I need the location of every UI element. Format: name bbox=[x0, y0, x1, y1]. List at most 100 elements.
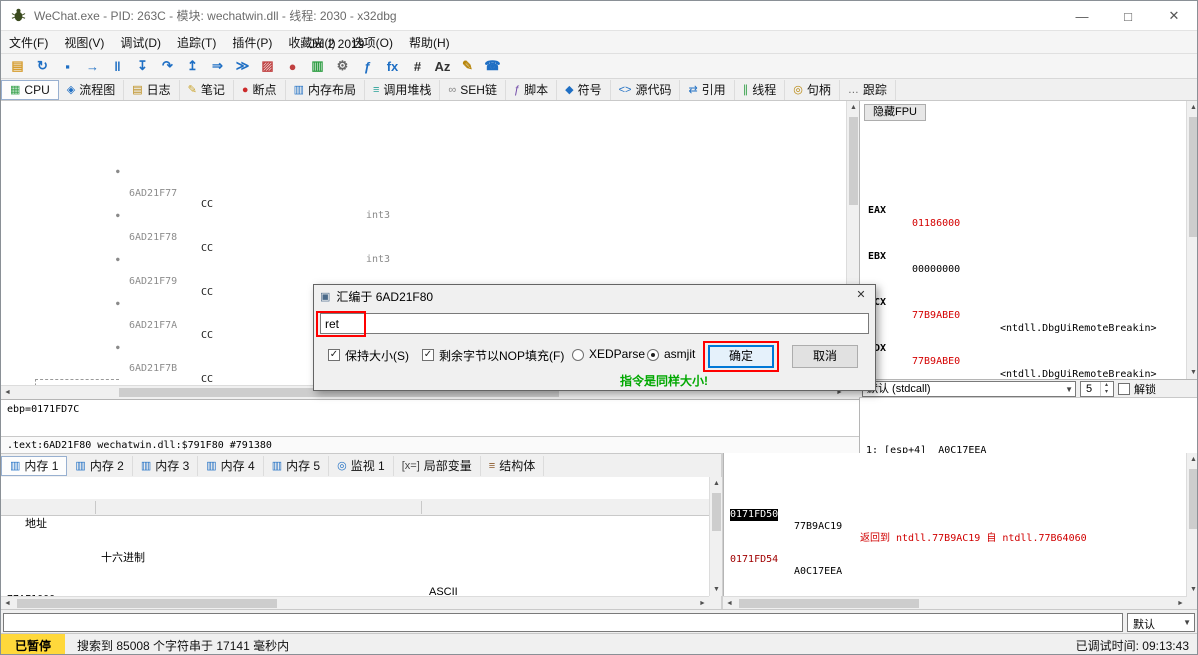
menu-view[interactable]: 视图(V) bbox=[56, 31, 112, 54]
xedparse-label[interactable]: XEDParse bbox=[589, 347, 645, 361]
xedparse-radio[interactable] bbox=[572, 349, 584, 361]
menu-debug[interactable]: 调试(D) bbox=[112, 31, 169, 54]
maximize-button[interactable]: □ bbox=[1105, 1, 1151, 31]
calling-convention-select[interactable]: 默认 (stdcall)▼ bbox=[862, 381, 1076, 397]
minimize-button[interactable]: — bbox=[1059, 1, 1105, 31]
breakpoint-gutter-dot[interactable]: ● bbox=[116, 299, 120, 310]
registers-vscrollbar[interactable]: ▲ ▼ bbox=[1186, 101, 1198, 379]
scroll-down-icon[interactable]: ▼ bbox=[710, 583, 723, 596]
fill-nop-checkbox[interactable]: ✓ bbox=[422, 349, 434, 361]
register-value[interactable]: 01186000 bbox=[912, 217, 960, 230]
keep-size-label[interactable]: 保持大小(S) bbox=[345, 347, 409, 364]
step-into-icon[interactable]: ↧ bbox=[130, 55, 155, 77]
dump-hscrollbar[interactable]: ◄ ► bbox=[1, 596, 709, 609]
scroll-right-icon[interactable]: ► bbox=[1174, 597, 1187, 610]
stack-pane[interactable]: 0171FD50 77B9AC19 返回到 ntdll.77B9AC19 自 n… bbox=[723, 453, 1187, 596]
script-icon[interactable]: ƒ bbox=[355, 55, 380, 77]
dump-row[interactable]: 77AF1000 16 00 18 48 C0 8B AF 77 14 00 1… bbox=[1, 582, 709, 594]
breakpoint-gutter-dot[interactable]: ● bbox=[116, 343, 120, 354]
dump-vscrollbar[interactable]: ▲ ▼ bbox=[709, 477, 722, 596]
stack-row[interactable]: 0171FD58 77B9ABE0 ntdll.77B9ABE0 bbox=[724, 587, 1187, 596]
close-button[interactable]: ✕ bbox=[1151, 1, 1197, 31]
tab-trace[interactable]: …跟踪 bbox=[840, 80, 896, 100]
tab-references[interactable]: ⇄引用 bbox=[680, 80, 734, 100]
tab-breakpoints[interactable]: ●断点 bbox=[234, 80, 286, 100]
menu-file[interactable]: 文件(F) bbox=[1, 31, 56, 54]
breakpoint-gutter-dot[interactable]: ● bbox=[116, 167, 120, 178]
tab-notes[interactable]: ✎笔记 bbox=[180, 80, 234, 100]
tab-cpu[interactable]: ▦CPU bbox=[1, 80, 59, 100]
breakpoint-gutter-dot[interactable]: ● bbox=[116, 211, 120, 222]
spinner-arrows-icon[interactable]: ▴▾ bbox=[1100, 382, 1112, 396]
tab-graph[interactable]: ◈流程图 bbox=[59, 80, 124, 100]
scroll-up-icon[interactable]: ▲ bbox=[1187, 453, 1198, 466]
tab-dump-1[interactable]: ▥内存 1 bbox=[1, 456, 67, 476]
tab-handles[interactable]: ◎句柄 bbox=[785, 80, 840, 100]
run-icon[interactable]: → bbox=[80, 55, 105, 77]
scroll-left-icon[interactable]: ◄ bbox=[1, 386, 14, 399]
fill-nop-label[interactable]: 剩余字节以NOP填充(F) bbox=[439, 347, 564, 364]
menu-trace[interactable]: 追踪(T) bbox=[169, 31, 224, 54]
cancel-button[interactable]: 取消 bbox=[792, 345, 858, 368]
register-row[interactable]: EBX 00000000 bbox=[860, 237, 1198, 250]
args-count-spinner[interactable]: 5▴▾ bbox=[1080, 381, 1114, 397]
tab-dump-2[interactable]: ▥内存 2 bbox=[67, 456, 132, 476]
dialog-title-bar[interactable]: ▣ 汇编于 6AD21F80 ✕ bbox=[314, 285, 875, 307]
tab-symbols[interactable]: ◆符号 bbox=[557, 80, 610, 100]
disasm-row[interactable]: ● 6AD21F79 CC int3 bbox=[1, 255, 846, 266]
register-value[interactable]: 77B9ABE0 bbox=[912, 355, 960, 368]
asmjit-label[interactable]: asmjit bbox=[664, 347, 695, 361]
tab-call-stack[interactable]: ≡调用堆栈 bbox=[365, 80, 440, 100]
run-to-user-code-icon[interactable]: ⇒ bbox=[205, 55, 230, 77]
tab-log[interactable]: ▤日志 bbox=[124, 80, 179, 100]
tab-dump-3[interactable]: ▥内存 3 bbox=[133, 456, 198, 476]
scroll-left-icon[interactable]: ◄ bbox=[1, 597, 14, 610]
register-value[interactable]: 00000000 bbox=[912, 263, 960, 276]
scroll-down-icon[interactable]: ▼ bbox=[1187, 366, 1198, 379]
step-over-icon[interactable]: ↷ bbox=[155, 55, 180, 77]
register-row[interactable]: EAX 01186000 bbox=[860, 191, 1198, 204]
disasm-row[interactable]: ● 6AD21F77 CC int3 bbox=[1, 167, 846, 178]
scroll-left-icon[interactable]: ◄ bbox=[723, 597, 736, 610]
disasm-row[interactable]: ● 6AD21F78 CC int3 bbox=[1, 211, 846, 222]
breakpoints-icon[interactable]: ● bbox=[280, 55, 305, 77]
tab-threads[interactable]: ∥线程 bbox=[735, 80, 786, 100]
scroll-right-icon[interactable]: ► bbox=[696, 597, 709, 610]
hash-icon[interactable]: # bbox=[405, 55, 430, 77]
breakpoint-gutter-dot[interactable]: ● bbox=[116, 255, 120, 266]
tab-script[interactable]: ƒ脚本 bbox=[506, 80, 557, 100]
notes-icon[interactable]: ✎ bbox=[455, 55, 480, 77]
tab-struct[interactable]: ≡结构体 bbox=[481, 456, 544, 476]
stack-vscrollbar[interactable]: ▲ ▼ bbox=[1186, 453, 1198, 596]
stop-icon[interactable]: ▪ bbox=[55, 55, 80, 77]
scroll-up-icon[interactable]: ▲ bbox=[1187, 101, 1198, 114]
register-value[interactable]: 77B9ABE0 bbox=[912, 309, 960, 322]
assemble-instruction-input[interactable] bbox=[320, 313, 869, 334]
dialog-close-icon[interactable]: ✕ bbox=[851, 287, 871, 304]
calculator-icon[interactable]: fx bbox=[380, 55, 405, 77]
tab-source[interactable]: <>源代码 bbox=[611, 80, 681, 100]
memory-map-icon[interactable]: ▥ bbox=[305, 55, 330, 77]
scroll-down-icon[interactable]: ▼ bbox=[1187, 583, 1198, 596]
settings-icon[interactable]: ⚙ bbox=[330, 55, 355, 77]
asmjit-radio[interactable] bbox=[647, 349, 659, 361]
hide-fpu-button[interactable]: 隐藏FPU bbox=[864, 104, 926, 121]
tab-memory-map[interactable]: ▥内存布局 bbox=[286, 80, 365, 100]
tab-locals[interactable]: [x=]局部变量 bbox=[394, 456, 481, 476]
restart-icon[interactable]: ↻ bbox=[30, 55, 55, 77]
scroll-up-icon[interactable]: ▲ bbox=[847, 101, 860, 114]
checkbox-icon[interactable] bbox=[1118, 383, 1130, 395]
memory-dump-pane[interactable]: 地址 十六进制 ASCII 77AF1000 16 00 18 48 C0 8B… bbox=[1, 477, 709, 596]
stack-row[interactable]: 0171FD50 77B9AC19 返回到 ntdll.77B9AC19 自 n… bbox=[724, 497, 1187, 509]
register-row[interactable]: ECX 77B9ABE0 <ntdll.DbgUiRemoteBreakin> bbox=[860, 283, 1198, 296]
strings-icon[interactable]: Az bbox=[430, 55, 455, 77]
tab-dump-4[interactable]: ▥内存 4 bbox=[198, 456, 263, 476]
pause-icon[interactable]: ‖ bbox=[105, 55, 130, 77]
register-row[interactable]: EDX 77B9ABE0 <ntdll.DbgUiRemoteBreakin> bbox=[860, 329, 1198, 342]
command-input[interactable] bbox=[3, 613, 1123, 632]
stack-hscrollbar[interactable]: ◄ ► bbox=[723, 596, 1187, 609]
scroll-up-icon[interactable]: ▲ bbox=[710, 477, 723, 490]
command-script-select[interactable]: 默认▼ bbox=[1127, 613, 1195, 632]
args-list[interactable]: 1: [esp+4] A0C17EEA 2: [esp+8] 77B9ABE0 … bbox=[859, 398, 1198, 453]
menu-plugins[interactable]: 插件(P) bbox=[224, 31, 280, 54]
